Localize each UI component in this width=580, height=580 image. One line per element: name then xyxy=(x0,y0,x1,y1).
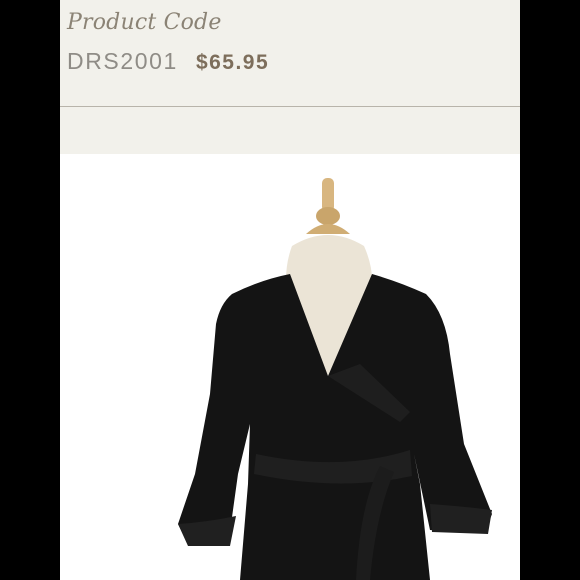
product-image[interactable] xyxy=(60,154,520,580)
product-panel: Product Code DRS2001 $65.95 xyxy=(60,0,520,580)
product-price: $65.95 xyxy=(195,51,270,74)
mannequin-stand xyxy=(306,178,350,234)
left-gutter xyxy=(0,0,60,580)
header-divider xyxy=(60,106,520,107)
product-code-label: Product Code xyxy=(67,10,222,35)
product-code-value: DRS2001 xyxy=(67,48,178,74)
dress-photo xyxy=(178,178,492,580)
right-gutter xyxy=(520,0,580,580)
product-code-row: DRS2001 $65.95 xyxy=(67,48,269,76)
